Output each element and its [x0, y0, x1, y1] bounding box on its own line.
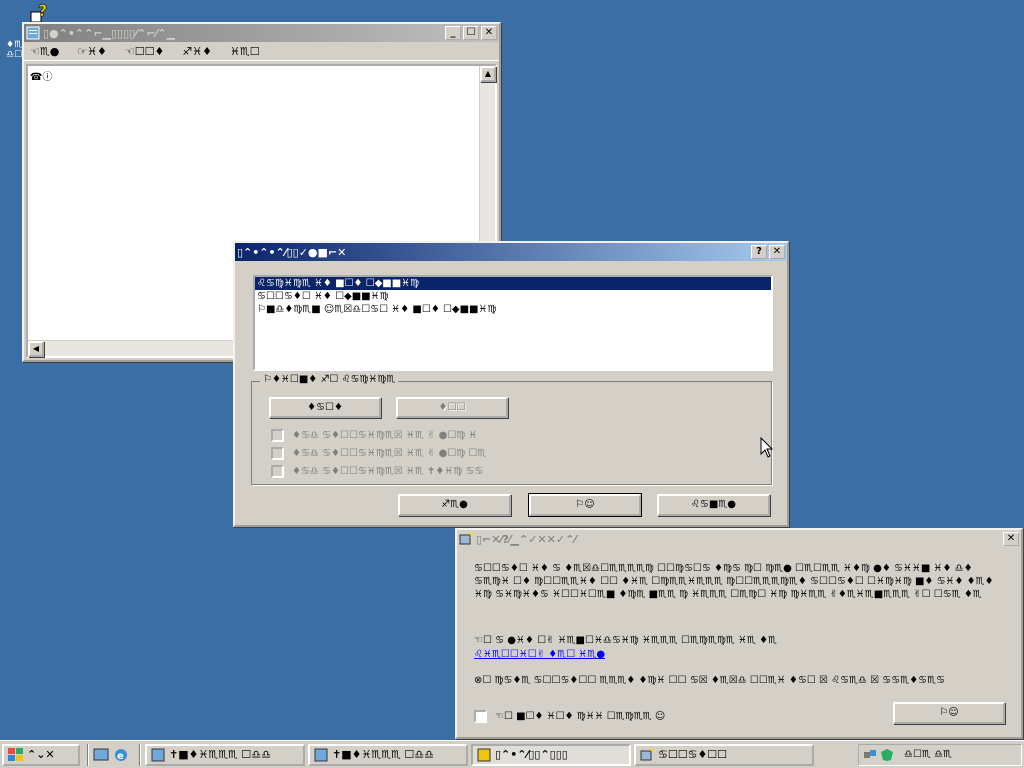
scroll-left-button[interactable]: ◀ — [28, 341, 44, 357]
start-label: ⌃⌄✕ — [27, 748, 55, 761]
scroll-up-button[interactable]: ▲ — [480, 66, 496, 82]
dialog-titlebar[interactable]: ▯⌃•⌃•⌃⁄▯▯✓●■⌐✕ ? ✕ — [235, 243, 787, 261]
menu-item[interactable]: ☜♏● — [30, 45, 59, 58]
dialog-ok-button[interactable]: ⚐☺ — [528, 493, 642, 517]
dialog-close-button[interactable]: ✕ — [769, 245, 785, 259]
notepad-title: ▯●⌃•⌃⌃⌐▁▯▯▯▯⁄⌃⌐⁄⌃▁ — [43, 26, 176, 40]
help-button[interactable]: ? — [751, 245, 767, 259]
dialog-button-1[interactable]: ♐♏● — [398, 494, 511, 516]
desktop-icon-label-2: ♎☐ — [6, 50, 23, 60]
mouse-cursor-icon — [760, 437, 774, 458]
option-row: ♦♋♎ ♋♦☐☐♋♓♍♏☒ ♓♏ ✌ ●☐♍ ♓ — [271, 429, 477, 442]
notepad-titlebar[interactable]: ▯●⌃•⌃⌃⌐▁▯▯▯▯⁄⌃⌐⁄⌃▁ _ ☐ ✕ — [24, 24, 499, 42]
close-button[interactable]: ✕ — [481, 26, 497, 40]
options-dialog: ▯⌃•⌃•⌃⁄▯▯✓●■⌐✕ ? ✕ ♌♋♍♓♍♏ ♓♦ ■☐♦ ☐◆■■♓♍ … — [233, 241, 789, 527]
group-left-button[interactable]: ♦♋☐♦ — [269, 397, 381, 418]
taskbar-item[interactable]: ✝■♦♓♏♏♏ ☐♎♎ — [145, 743, 305, 766]
taskbar-item[interactable]: ✝■♦♓♏♏♏ ☐♎♎ — [308, 743, 468, 766]
option-label: ♦♋♎ ♋♦☐☐♋♓♍♏☒ ♓♏ ✌ ●☐♍ ♓ — [292, 430, 478, 441]
info-link[interactable]: ♌♓♏☐☐♓☐✌ ♦♏☐ ♓♏● — [474, 649, 605, 660]
window-icon — [314, 748, 328, 761]
notepad-content: ☎ⓘ — [30, 72, 53, 83]
taskbar-item-label: ▯⌃•⌃⁄▯▯⌃▯▯▯ — [495, 748, 568, 761]
windows-logo-icon — [8, 747, 23, 761]
option-checkbox[interactable] — [271, 447, 284, 460]
window-icon — [640, 748, 653, 760]
option-label: ♦♋♎ ♋♦☐☐♋♓♍♏☒ ♓♏ ✌ ●☐♍ ☐♏ — [292, 448, 487, 459]
taskbar-item-label: ♋☐☐♋♦☐☐ — [658, 748, 728, 761]
taskbar-item[interactable]: ▯⌃•⌃⁄▯▯⌃▯▯▯ — [471, 743, 631, 766]
taskbar: ⌃⌄✕ e ✝■♦♓♏♏♏ ☐♎♎ ✝■♦♓♏♏♏ ☐♎♎ ▯⌃•⌃⁄▯▯⌃▯▯… — [0, 740, 1024, 768]
list-item[interactable]: ♌♋♍♓♍♏ ♓♦ ■☐♦ ☐◆■■♓♍ — [255, 277, 771, 290]
list-item[interactable]: ⚐■♎♦♍♏■ ☺♏☒♎☐♋☐ ♓♦ ■☐♦ ☐◆■■♓♍ — [255, 303, 771, 316]
menu-item[interactable]: ☞♓♦ — [77, 45, 107, 58]
window-icon — [151, 748, 165, 761]
option-checkbox[interactable] — [271, 429, 284, 442]
dialog-title: ▯⌃•⌃•⌃⁄▯▯✓●■⌐✕ — [237, 245, 347, 259]
menu-item[interactable]: ☜☐☐♦ — [125, 45, 164, 58]
menu-item[interactable]: ♐♓♦ — [182, 45, 212, 58]
window-icon — [477, 748, 491, 761]
options-group: ⚐♦♓☐■♦ ♐☐ ♌♋♍♓♍♏ ♦♋☐♦ ♦☐☐ ♦♋♎ ♋♦☐☐♋♓♍♏☒ … — [251, 374, 772, 485]
desktop-icon-label-1: ♦♏ — [6, 40, 23, 50]
option-row: ♦♋♎ ♋♦☐☐♋♓♍♏☒ ♓♏ ✌ ●☐♍ ☐♏ — [271, 447, 486, 460]
tray-network-icon[interactable] — [863, 748, 877, 762]
list-item[interactable]: ♋☐☐♋♦☐ ♓♦ ☐◆■■♓♍ — [255, 290, 771, 303]
option-label: ♦♋♎ ♋♦☐☐♋♓♍♏☒ ♓♏ ✝♦♓♍ ♋♋ — [292, 466, 484, 477]
info-ok-button[interactable]: ⚐☺ — [893, 702, 1005, 724]
desktop-quicklaunch-icon[interactable] — [93, 747, 109, 763]
menu-item[interactable]: ♓♏☐ — [230, 45, 260, 58]
group-right-button[interactable]: ♦☐☐ — [396, 397, 508, 418]
tray-shield-icon[interactable] — [880, 748, 894, 762]
taskbar-separator — [139, 743, 141, 766]
info-titlebar[interactable]: ▯⌐✕⁄?⁄▁⌃✓✕✕✓⌃⁄ ✕ — [457, 530, 1021, 548]
tray-clock: ♎☐♏ ♎♏ — [904, 749, 953, 760]
taskbar-item-label: ✝■♦♓♏♏♏ ☐♎♎ — [169, 748, 271, 761]
notepad-app-icon — [26, 26, 40, 40]
option-checkbox[interactable] — [271, 465, 284, 478]
info-title: ▯⌐✕⁄?⁄▁⌃✓✕✕✓⌃⁄ — [476, 532, 577, 546]
dont-show-checkbox[interactable] — [474, 710, 487, 723]
svg-text:?: ? — [38, 2, 47, 20]
info-paragraph-3: ⊗☐ ♍♋♦♏ ♋☐☐♋♦☐☐ ♏♏♏♦ ♦♍♓ ☐☐ ♋☒ ♦♏☒♎ ☐☐♏♓… — [474, 675, 946, 686]
dialog-listbox[interactable]: ♌♋♍♓♍♏ ♓♦ ■☐♦ ☐◆■■♓♍ ♋☐☐♋♦☐ ♓♦ ☐◆■■♓♍ ⚐■… — [253, 275, 773, 371]
info-app-icon — [459, 533, 472, 545]
taskbar-item[interactable]: ♋☐☐♋♦☐☐ — [634, 743, 814, 766]
browser-quicklaunch-icon[interactable]: e — [113, 747, 129, 763]
option-row: ♦♋♎ ♋♦☐☐♋♓♍♏☒ ♓♏ ✝♦♓♍ ♋♋ — [271, 465, 483, 478]
info-paragraph-2: ☜☐ ♋ ●♓♦ ☐✌ ♓♏■☐♓♎♋♓♍ ♓♏♏♏ ☐♏♍♏♍♏ ♓♏ ♦♏ — [474, 635, 777, 646]
svg-text:e: e — [117, 751, 124, 762]
minimize-button[interactable]: _ — [445, 26, 461, 40]
dont-show-label: ☜☐ ■☐♦ ♓☐♦ ♍♓♓ ☐♏♍♏♏ ☺ — [495, 711, 666, 722]
help-icon[interactable]: ? — [29, 1, 49, 24]
info-close-button[interactable]: ✕ — [1003, 532, 1019, 546]
group-label: ⚐♦♓☐■♦ ♐☐ ♌♋♍♓♍♏ — [260, 374, 399, 385]
dialog-button-3[interactable]: ♌♋■♏● — [657, 494, 770, 516]
taskbar-separator — [87, 743, 89, 766]
notepad-menubar: ☜♏● ☞♓♦ ☜☐☐♦ ♐♓♦ ♓♏☐ — [24, 42, 499, 61]
info-window: ▯⌐✕⁄?⁄▁⌃✓✕✕✓⌃⁄ ✕ ♋☐☐♋♦☐ ♓♦ ♋ ♦♏☒♎☐♏♏♏♏♍ … — [455, 528, 1023, 739]
taskbar-item-label: ✝■♦♓♏♏♏ ☐♎♎ — [332, 748, 434, 761]
info-paragraph-1: ♋☐☐♋♦☐ ♓♦ ♋ ♦♏☒♎☐♏♏♏♏♍ ☐☐♍♋☐♋ ♦♍♋ ♍☐ ♍♏●… — [474, 563, 994, 600]
info-checkbox-row: ☜☐ ■☐♦ ♓☐♦ ♍♓♓ ☐♏♍♏♏ ☺ — [474, 710, 665, 723]
maximize-button[interactable]: ☐ — [463, 26, 479, 40]
system-tray: ♎☐♏ ♎♏ — [858, 743, 1022, 766]
start-button[interactable]: ⌃⌄✕ — [2, 743, 80, 766]
